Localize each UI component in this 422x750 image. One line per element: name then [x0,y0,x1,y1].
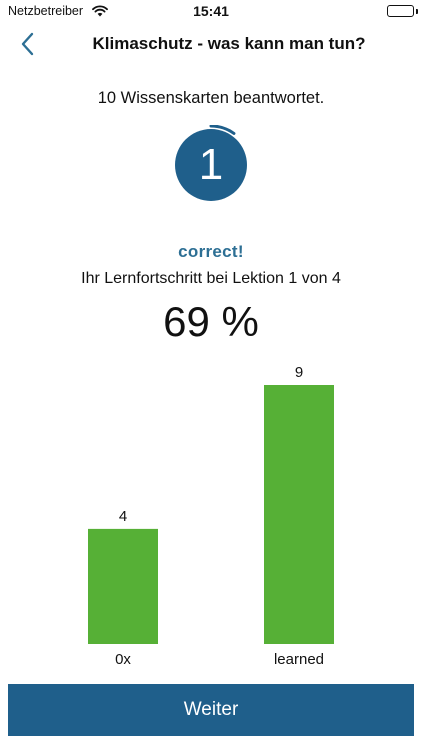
result-text: correct! [178,242,244,261]
weiter-button[interactable]: Weiter [8,684,414,736]
page-title: Klimaschutz - was kann man tun? [92,34,366,53]
navigation-bar: Klimaschutz - was kann man tun? [0,22,422,66]
bar-value-label: 4 [119,508,127,525]
answered-count-text: 10 Wissenskarten beantwortet. [97,89,325,107]
learning-bar-chart: 4 0x 9 learned [88,364,334,668]
bar-0x [88,528,158,644]
card-number: 1 [198,140,224,189]
category-label: learned [274,651,324,668]
battery-icon [387,5,414,17]
progress-percent: 69 % [163,298,259,345]
battery-cap [416,9,418,14]
status-bar: Netzbetreiber 15:41 [0,0,422,22]
chevron-left-icon[interactable] [14,30,40,58]
bar-value-label: 9 [295,364,303,381]
status-time: 15:41 [193,3,229,19]
category-label: 0x [115,651,131,668]
lesson-progress-text: Ihr Lernfortschritt bei Lektion 1 von 4 [81,270,341,287]
bar-learned [264,385,334,644]
